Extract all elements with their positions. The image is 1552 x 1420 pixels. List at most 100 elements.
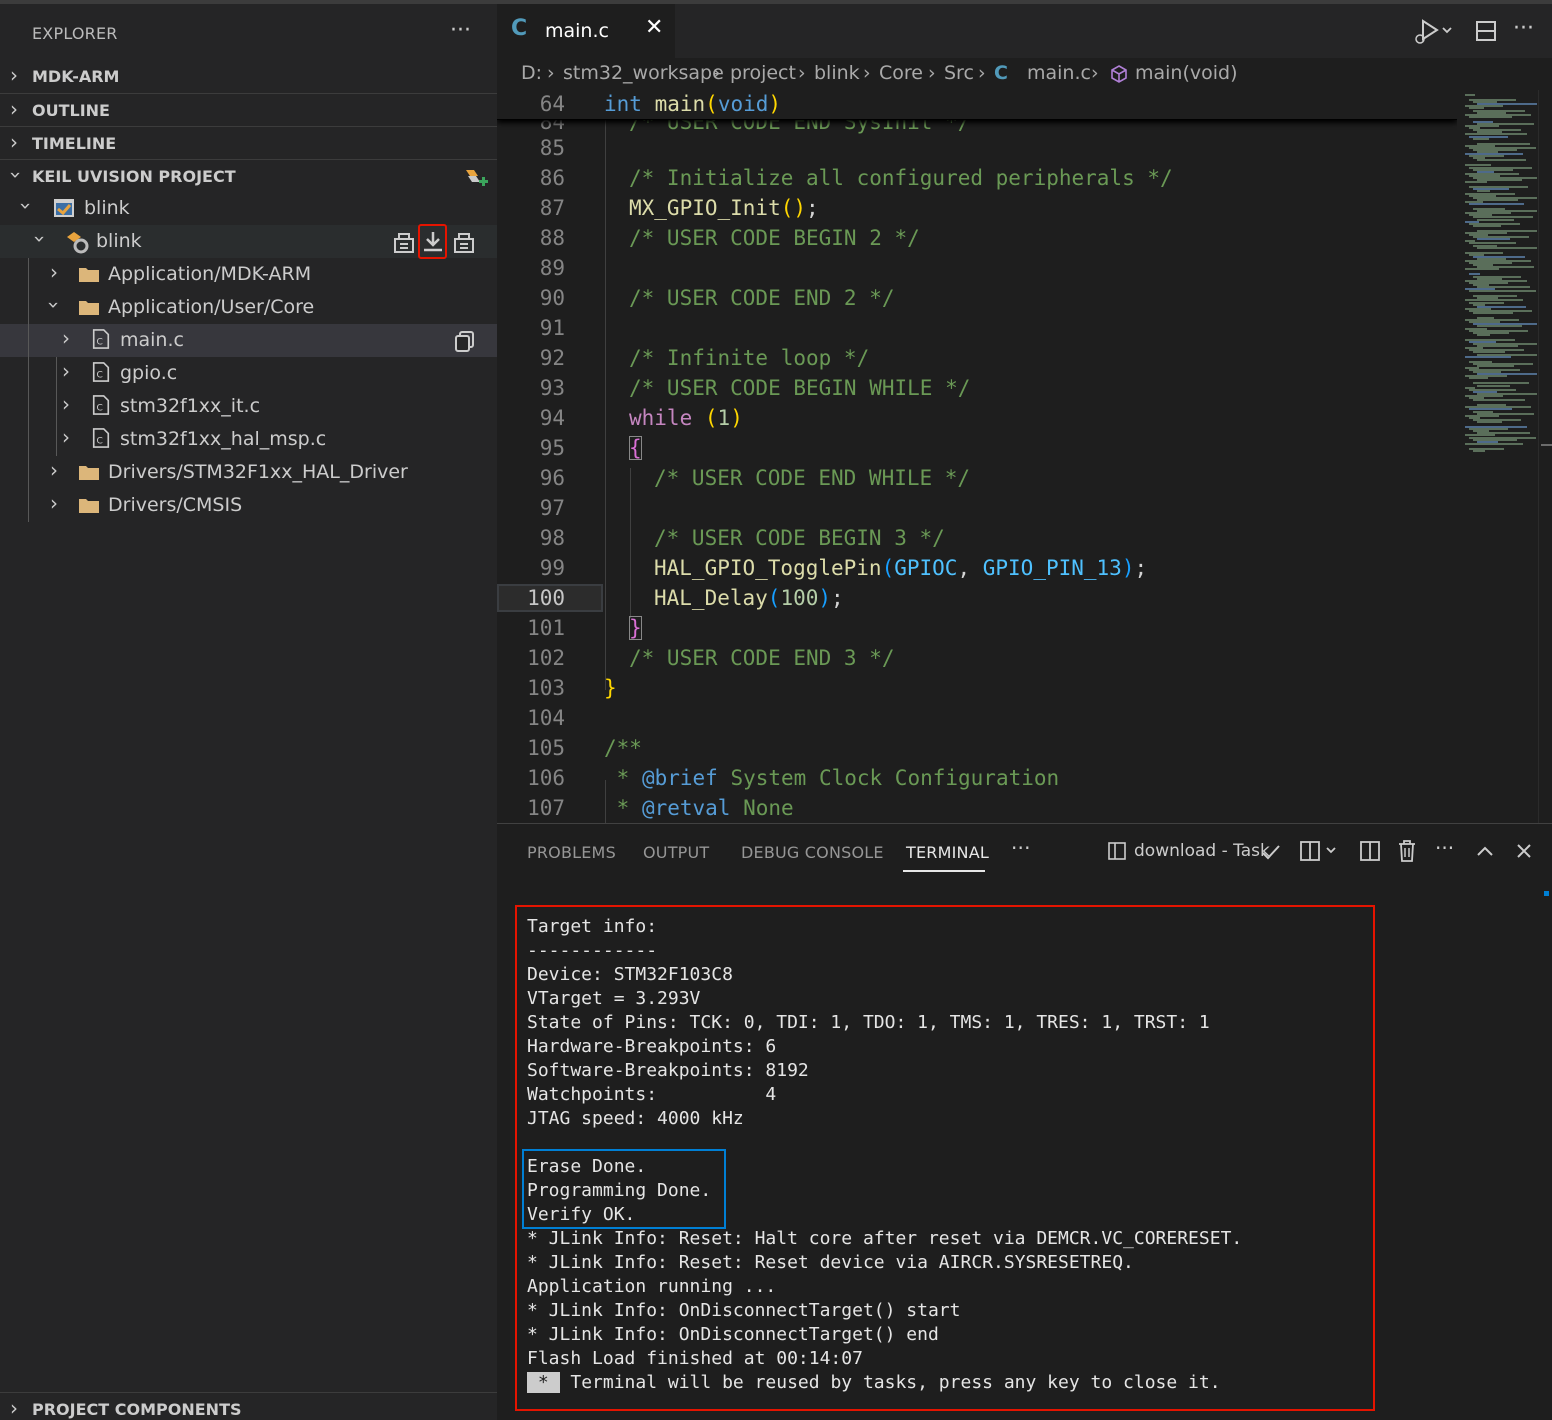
function-symbol-icon xyxy=(1111,65,1127,83)
terminal-line: Erase Done. xyxy=(527,1156,647,1177)
run-debug-icon[interactable] xyxy=(1413,18,1453,46)
section-timeline[interactable]: › TIMELINE xyxy=(0,126,497,159)
breadcrumb-item[interactable]: D: xyxy=(521,62,542,84)
split-terminal-icon[interactable] xyxy=(1359,840,1381,862)
code-line-bracket-match: { xyxy=(629,436,642,460)
import-project-icon[interactable] xyxy=(462,164,490,192)
terminal-line: Programming Done. xyxy=(527,1180,712,1201)
section-keil-project[interactable]: › KEIL UVISION PROJECT xyxy=(0,159,497,192)
breadcrumb-item[interactable]: blink xyxy=(814,62,860,84)
tree-file[interactable]: › C stm32f1xx_hal_msp.c xyxy=(0,423,497,456)
section-outline[interactable]: › OUTLINE xyxy=(0,93,497,126)
code-line: /* USER CODE END 3 */ xyxy=(629,646,895,670)
section-project-components[interactable]: › PROJECT COMPONENTS xyxy=(0,1392,497,1420)
svg-text:C: C xyxy=(96,337,102,347)
tree-file[interactable]: › C main.c xyxy=(0,324,497,357)
more-tabs-icon[interactable]: ··· xyxy=(1011,836,1031,860)
chevron-right-icon: › xyxy=(50,491,58,515)
breadcrumb-item[interactable]: Core xyxy=(879,62,923,84)
minimap-line xyxy=(1473,312,1513,314)
more-actions-icon[interactable]: ··· xyxy=(1513,16,1534,41)
tree-group[interactable]: › Application/MDK-ARM xyxy=(0,258,497,291)
line-number: 99 xyxy=(539,556,565,580)
section-label: TIMELINE xyxy=(32,134,117,153)
split-editor-icon[interactable] xyxy=(1475,20,1497,42)
tree-group[interactable]: › Drivers/CMSIS xyxy=(0,489,497,522)
maximize-panel-icon[interactable] xyxy=(1475,841,1495,861)
terminal-line: JTAG speed: 4000 kHz xyxy=(527,1108,744,1129)
minimap-line xyxy=(1477,333,1490,336)
terminal-line: VTarget = 3.293V xyxy=(527,988,701,1009)
minimap-line xyxy=(1477,384,1510,387)
code-line: HAL_GPIO_TogglePin(GPIOC, GPIO_PIN_13); xyxy=(654,556,1148,580)
section-mdk-arm[interactable]: › MDK-ARM xyxy=(0,60,497,93)
copy-icon[interactable] xyxy=(452,328,478,354)
download-icon[interactable] xyxy=(420,229,446,255)
minimap-line xyxy=(1469,203,1524,205)
panel-more-icon[interactable]: ··· xyxy=(1435,836,1454,860)
terminal-icon xyxy=(1108,842,1126,860)
section-label: PROJECT COMPONENTS xyxy=(32,1400,242,1419)
code-editor[interactable]: 84 /* USER CODE END SysInit */ 64 int ma… xyxy=(497,90,1457,823)
tab-problems[interactable]: PROBLEMS xyxy=(527,843,616,862)
minimap-line xyxy=(1477,345,1518,348)
breadcrumb-item[interactable]: Src xyxy=(944,62,974,84)
tab-debug-console[interactable]: DEBUG CONSOLE xyxy=(741,843,884,862)
rebuild-icon[interactable] xyxy=(451,229,477,255)
terminal-line: Software-Breakpoints: 8192 xyxy=(527,1060,809,1081)
build-icon[interactable] xyxy=(391,229,417,255)
chevron-right-icon: › xyxy=(863,62,871,84)
tree-file[interactable]: › C stm32f1xx_it.c xyxy=(0,390,497,423)
line-number-current: 100 xyxy=(527,586,565,610)
breadcrumb-item[interactable]: main.c xyxy=(1027,62,1091,84)
minimap-line xyxy=(1465,442,1523,445)
tab-main-c[interactable]: C main.c ✕ xyxy=(497,4,675,58)
code-line: MX_GPIO_Init(); xyxy=(629,196,819,220)
terminal-selector[interactable]: download - Task xyxy=(1134,841,1270,861)
close-icon[interactable]: ✕ xyxy=(645,15,663,40)
line-number: 107 xyxy=(527,796,565,820)
new-terminal-split-icon[interactable] xyxy=(1299,840,1343,862)
code-line: /* USER CODE BEGIN 2 */ xyxy=(629,226,920,250)
tree-file[interactable]: › C gpio.c xyxy=(0,357,497,390)
breadcrumb-item[interactable]: stm32_worksape xyxy=(563,62,724,84)
c-language-icon: C xyxy=(511,16,528,41)
line-number: 102 xyxy=(527,646,565,670)
trash-icon[interactable] xyxy=(1396,839,1418,863)
bottom-panel: PROBLEMS OUTPUT DEBUG CONSOLE TERMINAL ·… xyxy=(497,823,1552,1420)
terminal-line: Hardware-Breakpoints: 6 xyxy=(527,1036,777,1057)
line-number: 104 xyxy=(527,706,565,730)
breadcrumb-item[interactable]: project xyxy=(730,62,796,84)
editor-scrollbar[interactable] xyxy=(1538,90,1552,823)
breadcrumb-item[interactable]: main(void) xyxy=(1135,62,1238,84)
tab-terminal[interactable]: TERMINAL xyxy=(906,843,989,862)
tree-project-blink[interactable]: › blink xyxy=(0,192,497,225)
code-line: /* Infinite loop */ xyxy=(629,346,870,370)
chevron-right-icon: › xyxy=(62,326,70,350)
terminal-line: * Terminal will be reused by tasks, pres… xyxy=(527,1372,1221,1393)
tree-target-blink[interactable]: › blink xyxy=(0,224,497,259)
tree-group[interactable]: › Drivers/STM32F1xx_HAL_Driver xyxy=(0,456,497,489)
code-line: while (1) xyxy=(629,406,743,430)
sticky-scroll-header[interactable]: 64 int main(void) xyxy=(497,90,1457,120)
c-file-icon: C xyxy=(92,362,110,382)
explorer-more-icon[interactable]: ··· xyxy=(450,18,471,43)
scrollbar-marker xyxy=(1544,891,1549,896)
terminal-line: State of Pins: TCK: 0, TDI: 1, TDO: 1, T… xyxy=(527,1012,1210,1033)
uvision-project-icon xyxy=(54,199,74,217)
tree-label: blink xyxy=(96,230,142,252)
close-icon[interactable] xyxy=(1514,841,1534,861)
chevron-right-icon: › xyxy=(50,458,58,482)
terminal-cursor: * xyxy=(527,1372,560,1393)
line-number: 96 xyxy=(539,466,565,490)
tree-label: Application/MDK-ARM xyxy=(108,263,312,285)
terminal-line: Flash Load finished at 00:14:07 xyxy=(527,1348,863,1369)
chevron-right-icon: › xyxy=(10,130,18,154)
tree-group[interactable]: › Application/User/Core xyxy=(0,291,497,324)
code-line: /* USER CODE BEGIN 3 */ xyxy=(654,526,945,550)
tree-label: stm32f1xx_it.c xyxy=(120,395,261,417)
indent-guide xyxy=(605,120,606,690)
terminal-line: * JLink Info: OnDisconnectTarget() start xyxy=(527,1300,961,1321)
tab-output[interactable]: OUTPUT xyxy=(643,843,709,862)
terminal-line: * JLink Info: Reset: Reset device via AI… xyxy=(527,1252,1134,1273)
